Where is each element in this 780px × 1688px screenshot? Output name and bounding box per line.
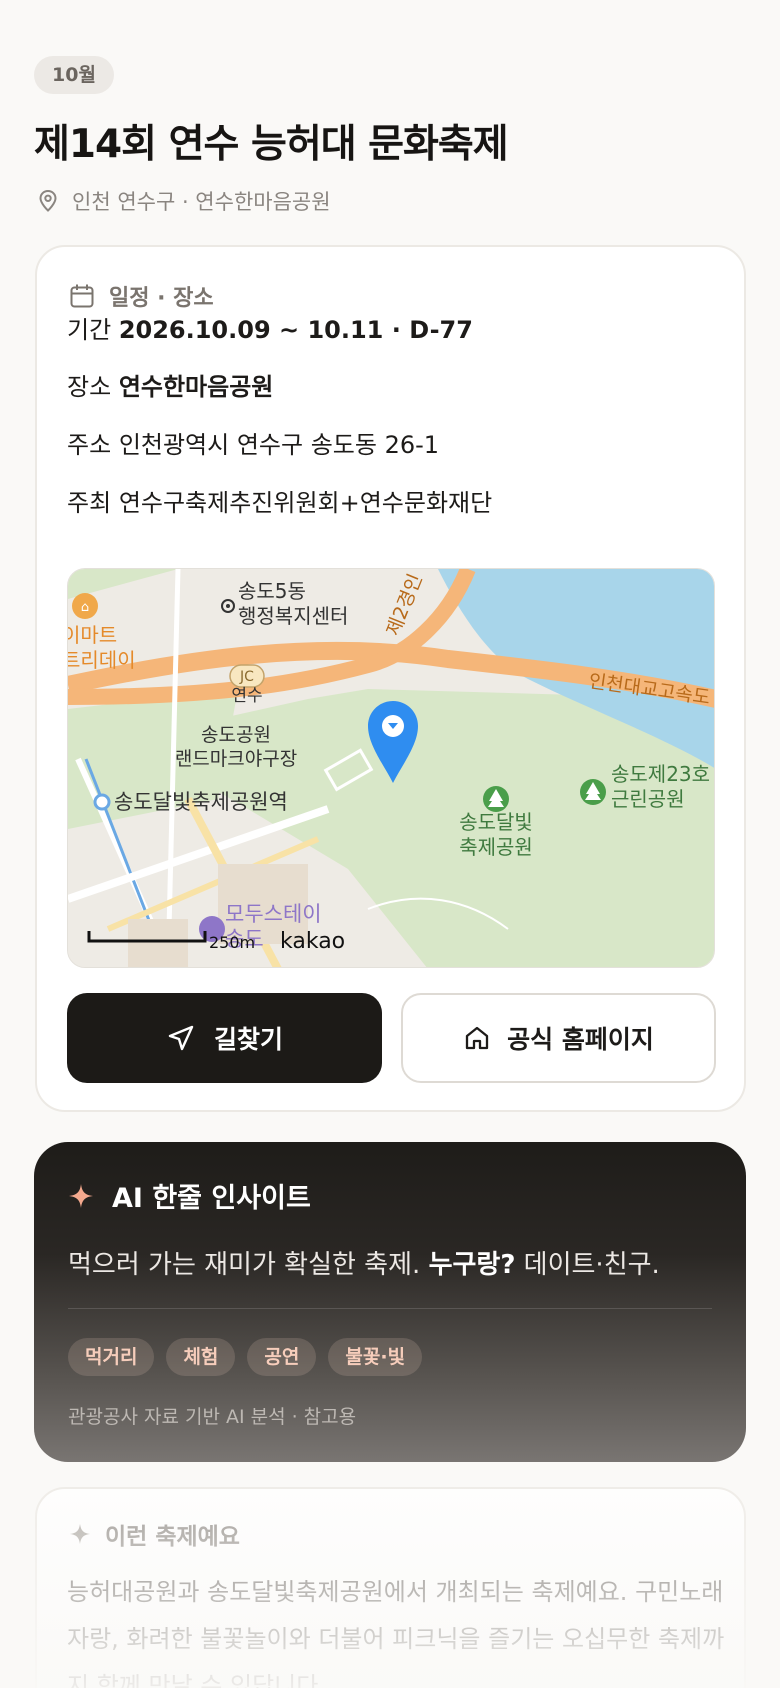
home-icon [465,1026,489,1050]
ai-insight-card: AI 한줄 인사이트 먹으러 가는 재미가 확실한 축제. 누구랑? 데이트·친… [34,1142,746,1462]
tag-chip[interactable]: 불꽃·빛 [328,1338,423,1376]
map-label-stay1: 모두스테이 [225,902,322,926]
host-label: 주최 [67,489,112,517]
venue-row: 장소 연수한마음공원 [67,367,273,402]
svg-text:⌂: ⌂ [81,600,89,615]
ai-footnote: 관광공사 자료 기반 AI 분석 · 참고용 [68,1406,357,1428]
map-brand-label: kakao [280,929,345,954]
map-label-songdo5: 송도5동 [238,579,306,603]
map-label-station: 송도달빛축제공원역 [114,790,288,814]
tag-chip[interactable]: 공연 [247,1338,317,1376]
ai-insight-tail: 데이트·친구. [515,1250,660,1280]
ai-insight-sentence: 먹으러 가는 재미가 확실한 축제. 누구랑? 데이트·친구. [68,1244,660,1281]
navigation-arrow-icon [168,1025,194,1051]
map-label-neighbor-park2: 근린공원 [611,787,685,811]
map-label-park-baseball2: 랜드마크야구장 [175,748,297,770]
map-label-jc: JC [239,669,254,685]
period-value: 2026.10.09 ~ 10.11 · D-77 [118,316,473,344]
location-text: 인천 연수구 · 연수한마음공원 [72,190,331,214]
map-label-neighbor-park1: 송도제23호 [611,762,710,786]
period-label: 기간 [67,316,112,344]
homepage-button[interactable]: 공식 홈페이지 [401,993,716,1083]
tag-list: 먹거리 체험 공연 불꽃·빛 [68,1338,423,1376]
description-text: 능허대공원과 송도달빛축제공원에서 개최되는 축제예요. 구민노래자랑, 화려한… [67,1578,725,1688]
address-value: 인천광역시 연수구 송도동 26-1 [118,431,440,459]
ai-insight-bold: 누구랑? [428,1250,516,1280]
directions-button[interactable]: 길찾기 [67,993,382,1083]
sparkle-icon [69,1523,91,1545]
description-title: 이런 축제예요 [105,1524,240,1550]
section-title: 일정 · 장소 [109,286,214,311]
map-label-mart1: 이마트 [68,623,117,647]
festival-title: 제14회 연수 능허대 문화축제 [34,122,509,167]
map-canvas[interactable]: ⌂ 이마트 트리데이 송도5동 행정복지센터 JC 연수 제2경인 인천대교고속… [68,569,715,968]
festival-description-card: 이런 축제예요 능허대공원과 송도달빛축제공원에서 개최되는 축제예요. 구민노… [35,1487,746,1688]
host-value: 연수구축제추진위원회+연수문화재단 [118,489,493,517]
ai-insight-title: AI 한줄 인사이트 [112,1183,311,1214]
venue-label: 장소 [67,373,112,401]
divider [68,1308,712,1309]
festival-detail-page: 10월 제14회 연수 능허대 문화축제 인천 연수구 · 연수한마음공원 일정… [0,0,780,1688]
tag-chip[interactable]: 체험 [166,1338,236,1376]
venue-map[interactable]: ⌂ 이마트 트리데이 송도5동 행정복지센터 JC 연수 제2경인 인천대교고속… [67,568,715,968]
homepage-label: 공식 홈페이지 [507,1025,654,1054]
location-line: 인천 연수구 · 연수한마음공원 [38,186,331,216]
ai-insight-main: 먹으러 가는 재미가 확실한 축제. [68,1250,429,1280]
directions-label: 길찾기 [213,1025,283,1054]
period-row: 기간 2026.10.09 ~ 10.11 · D-77 [67,310,473,345]
ai-insight-header: AI 한줄 인사이트 [68,1176,311,1215]
map-scale-label: 250m [209,933,255,952]
map-label-admin-center: 행정복지센터 [238,604,348,628]
sparkle-icon [69,1183,93,1208]
map-label-park-baseball1: 송도공원 [201,724,271,746]
schedule-venue-card: 일정 · 장소 기간 2026.10.09 ~ 10.11 · D-77 장소 … [35,245,746,1112]
map-label-mart2: 트리데이 [68,648,136,672]
tag-chip[interactable]: 먹거리 [68,1338,155,1376]
map-label-yeonsu: 연수 [231,686,262,706]
section-header: 일정 · 장소 [69,280,214,312]
description-header: 이런 축제예요 [69,1517,240,1551]
location-pin-icon [39,189,57,212]
host-row: 주최 연수구축제추진위원회+연수문화재단 [67,483,492,518]
address-row: 주소 인천광역시 연수구 송도동 26-1 [67,425,439,460]
address-label: 주소 [67,431,112,459]
venue-value: 연수한마음공원 [118,373,274,401]
month-badge: 10월 [34,56,114,94]
map-label-festival-park2: 축제공원 [459,835,533,859]
calendar-icon [70,284,94,308]
map-label-festival-park1: 송도달빛 [459,810,533,834]
